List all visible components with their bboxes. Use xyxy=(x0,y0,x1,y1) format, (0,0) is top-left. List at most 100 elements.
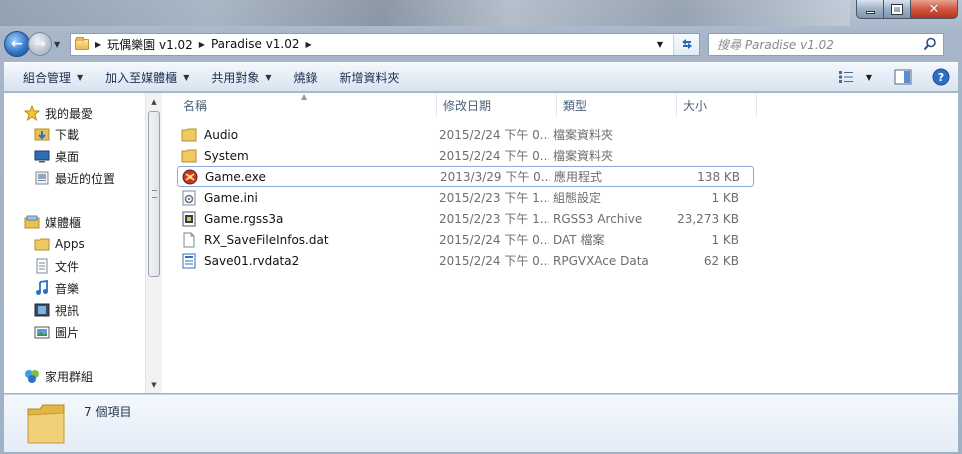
column-header-name[interactable]: 名稱 ▲ xyxy=(163,92,437,117)
nav-item-libraries[interactable]: 媒體櫃 xyxy=(24,212,81,232)
maximize-icon xyxy=(891,3,903,15)
refresh-button[interactable] xyxy=(673,33,699,55)
folder-icon xyxy=(75,36,89,50)
help-button[interactable]: ? xyxy=(928,65,954,89)
column-size-label: 大小 xyxy=(683,98,708,113)
desktop-icon xyxy=(34,148,50,164)
column-date-label: 修改日期 xyxy=(443,98,492,113)
back-button[interactable]: ← xyxy=(4,31,30,57)
navigation-pane: 我的最愛 下載 桌面 最近的位置 媒體櫃 Apps 文件 音樂 視訊 圖片 家用… xyxy=(4,93,162,393)
organize-label: 組合管理 xyxy=(23,70,72,85)
music-icon xyxy=(34,280,50,296)
nav-label: 我的最愛 xyxy=(45,106,94,121)
column-header-type[interactable]: 類型 xyxy=(557,93,677,117)
video-icon xyxy=(34,302,50,318)
chevron-right-icon[interactable]: ▶ xyxy=(199,40,205,49)
file-row[interactable]: Save01.rvdata2 2015/2/24 下午 0... RPGVXAc… xyxy=(177,250,754,271)
view-list-icon xyxy=(838,71,853,83)
breadcrumb-current[interactable]: Paradise v1.02 xyxy=(211,37,300,51)
scroll-down-icon[interactable]: ▼ xyxy=(146,376,162,393)
exe-icon xyxy=(182,169,198,185)
nav-label: 桌面 xyxy=(55,149,80,164)
new-folder-label: 新增資料夾 xyxy=(339,70,400,85)
chevron-right-icon[interactable]: ▶ xyxy=(306,40,312,49)
file-date: 2015/2/24 下午 0... xyxy=(439,254,549,268)
documents-icon xyxy=(34,258,50,274)
chevron-right-icon[interactable]: ▶ xyxy=(95,40,101,49)
help-icon: ? xyxy=(932,68,950,86)
file-size: 62 KB xyxy=(703,253,739,268)
star-icon xyxy=(24,105,40,121)
sort-ascending-icon: ▲ xyxy=(301,92,308,101)
navigation-scrollbar[interactable]: ▲ ▼ xyxy=(145,93,162,393)
folder-icon xyxy=(34,236,50,252)
file-size: 23,273 KB xyxy=(677,211,739,226)
scroll-up-icon[interactable]: ▲ xyxy=(146,93,162,110)
new-folder-button[interactable]: 新增資料夾 xyxy=(329,65,411,89)
nav-item-music[interactable]: 音樂 xyxy=(34,278,79,298)
nav-item-homegroup[interactable]: 家用群組 xyxy=(24,366,93,386)
nav-label: 家用群組 xyxy=(45,369,94,384)
forward-button[interactable]: → xyxy=(28,32,52,56)
close-button[interactable]: ✕ xyxy=(911,0,958,19)
file-row-selected[interactable]: Game.exe 2013/3/29 下午 0... 應用程式 138 KB xyxy=(177,166,754,187)
nav-label: 媒體櫃 xyxy=(45,215,82,230)
address-bar[interactable]: ▶ 玩偶樂園 v1.02 ▶ Paradise v1.02 ▶ ▼ xyxy=(70,32,700,56)
svg-text:?: ? xyxy=(938,71,944,84)
include-in-library-button[interactable]: 加入至媒體櫃 ▼ xyxy=(94,65,200,89)
nav-item-apps[interactable]: Apps xyxy=(34,234,85,254)
column-header-size[interactable]: 大小 xyxy=(677,93,757,117)
file-row[interactable]: Game.rgss3a 2015/2/23 下午 1... RGSS3 Arch… xyxy=(177,208,754,229)
search-box[interactable]: 搜尋 Paradise v1.02 xyxy=(708,32,944,56)
address-history-dropdown[interactable]: ▼ xyxy=(651,34,669,55)
file-date: 2015/2/23 下午 1... xyxy=(439,191,549,205)
content-area: 我的最愛 下載 桌面 最近的位置 媒體櫃 Apps 文件 音樂 視訊 圖片 家用… xyxy=(4,92,958,393)
nav-item-desktop[interactable]: 桌面 xyxy=(34,146,79,166)
file-date: 2015/2/24 下午 0... xyxy=(439,128,549,142)
nav-item-pictures[interactable]: 圖片 xyxy=(34,322,79,342)
file-type: 檔案資料夾 xyxy=(553,128,614,142)
chevron-down-icon: ▼ xyxy=(77,72,84,82)
data-file-icon xyxy=(181,253,197,269)
blank-file-icon xyxy=(181,232,197,248)
view-options-dropdown[interactable]: ▼ xyxy=(862,65,876,89)
file-row[interactable]: System 2015/2/24 下午 0... 檔案資料夾 xyxy=(177,145,754,166)
change-view-button[interactable] xyxy=(834,65,858,89)
folder-icon xyxy=(181,127,197,143)
share-with-button[interactable]: 共用對象 ▼ xyxy=(200,65,282,89)
folder-large-icon xyxy=(27,404,65,444)
nav-item-downloads[interactable]: 下載 xyxy=(34,124,79,144)
maximize-button[interactable] xyxy=(884,0,911,19)
breadcrumb-parent[interactable]: 玩偶樂園 v1.02 xyxy=(107,36,193,53)
nav-item-documents[interactable]: 文件 xyxy=(34,256,79,276)
minimize-button[interactable] xyxy=(856,0,884,19)
file-row[interactable]: Audio 2015/2/24 下午 0... 檔案資料夾 xyxy=(177,124,754,145)
preview-pane-button[interactable] xyxy=(890,65,916,89)
nav-label: 最近的位置 xyxy=(55,171,116,186)
search-icon[interactable] xyxy=(923,37,937,51)
desktop-background xyxy=(0,0,850,26)
organize-button[interactable]: 組合管理 ▼ xyxy=(12,65,94,89)
column-header-date[interactable]: 修改日期 xyxy=(437,93,557,117)
chevron-down-icon: ▼ xyxy=(865,72,872,82)
nav-item-favorites[interactable]: 我的最愛 xyxy=(24,103,93,123)
command-bar: 組合管理 ▼ 加入至媒體櫃 ▼ 共用對象 ▼ 燒錄 新增資料夾 ▼ ? xyxy=(4,62,958,92)
nav-label: Apps xyxy=(55,237,85,251)
file-row[interactable]: RX_SaveFileInfos.dat 2015/2/24 下午 0... D… xyxy=(177,229,754,250)
folder-icon xyxy=(181,148,197,164)
file-row[interactable]: Game.ini 2015/2/23 下午 1... 組態設定 1 KB xyxy=(177,187,754,208)
back-arrow-icon: ← xyxy=(11,36,23,52)
burn-button[interactable]: 燒錄 xyxy=(283,65,329,89)
recent-pages-dropdown[interactable]: ▼ xyxy=(54,40,66,49)
file-name: RX_SaveFileInfos.dat xyxy=(204,232,329,247)
search-input[interactable]: 搜尋 Paradise v1.02 xyxy=(717,36,834,53)
scrollbar-thumb[interactable] xyxy=(148,111,160,277)
item-count: 7 個項目 xyxy=(84,405,132,419)
nav-item-recent-places[interactable]: 最近的位置 xyxy=(34,168,115,188)
file-name: Game.ini xyxy=(204,190,258,205)
archive-file-icon xyxy=(181,211,197,227)
explorer-window: ✕ ← → ▼ ▶ 玩偶樂園 v1.02 ▶ Paradise v1.02 ▶ … xyxy=(0,0,962,454)
library-icon xyxy=(24,214,40,230)
homegroup-icon xyxy=(24,368,40,384)
nav-item-videos[interactable]: 視訊 xyxy=(34,300,79,320)
